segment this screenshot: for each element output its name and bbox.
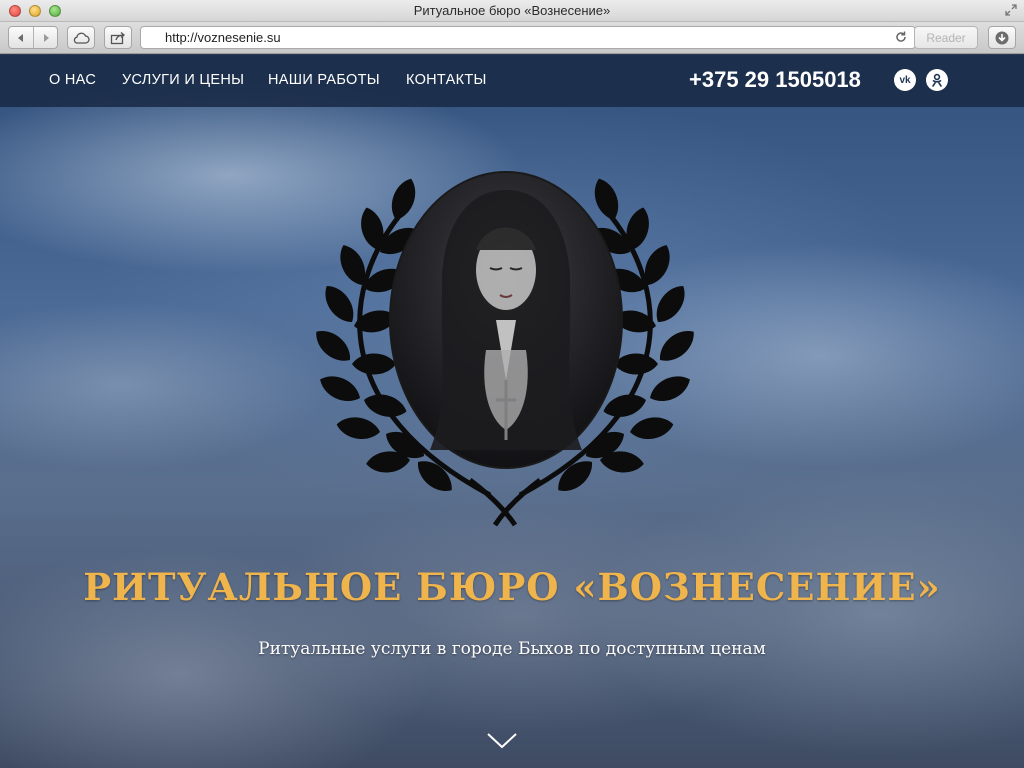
praying-figure-portrait [430,190,582,450]
vk-icon[interactable]: vk [894,69,916,91]
nav-item-works[interactable]: НАШИ РАБОТЫ [268,72,380,88]
browser-toolbar: http://voznesenie.su Reader [0,22,1024,54]
hero-title: РИТУАЛЬНОЕ БЮРО «ВОЗНЕСЕНИЕ» [83,565,941,609]
download-icon [995,31,1009,44]
cloud-icon [73,32,90,44]
icloud-tabs-button[interactable] [67,26,95,49]
hero-subtitle: Ритуальные услуги в городе Быхов по дост… [258,639,766,659]
laurel-emblem-logo [309,171,701,527]
address-bar-url[interactable]: http://voznesenie.su [165,30,281,45]
fullscreen-icon[interactable] [1004,4,1018,18]
nav-item-about[interactable]: О НАС [49,72,96,88]
phone-number[interactable]: +375 29 1505018 [689,67,861,93]
back-button[interactable] [9,27,33,48]
odnoklassniki-icon[interactable] [926,69,948,91]
window-title: Ритуальное бюро «Вознесение» [413,3,611,18]
nav-item-contacts[interactable]: КОНТАКТЫ [406,72,487,88]
address-bar[interactable]: http://voznesenie.su [140,26,916,49]
window-titlebar: Ритуальное бюро «Вознесение» [0,0,1024,22]
share-icon [110,31,126,44]
back-arrow-icon [18,33,23,42]
reload-icon[interactable] [893,29,909,45]
downloads-button[interactable] [988,26,1016,49]
chevron-down-icon[interactable] [486,732,518,750]
hero-section: О НАС УСЛУГИ И ЦЕНЫ НАШИ РАБОТЫ КОНТАКТЫ… [0,55,1024,768]
forward-arrow-icon [43,33,49,42]
nav-item-services[interactable]: УСЛУГИ И ЦЕНЫ [122,72,244,88]
back-forward-group [8,26,58,49]
forward-button[interactable] [33,27,57,48]
share-button[interactable] [104,26,132,49]
site-navbar: О НАС УСЛУГИ И ЦЕНЫ НАШИ РАБОТЫ КОНТАКТЫ… [0,55,1024,107]
reader-button[interactable]: Reader [914,26,978,49]
